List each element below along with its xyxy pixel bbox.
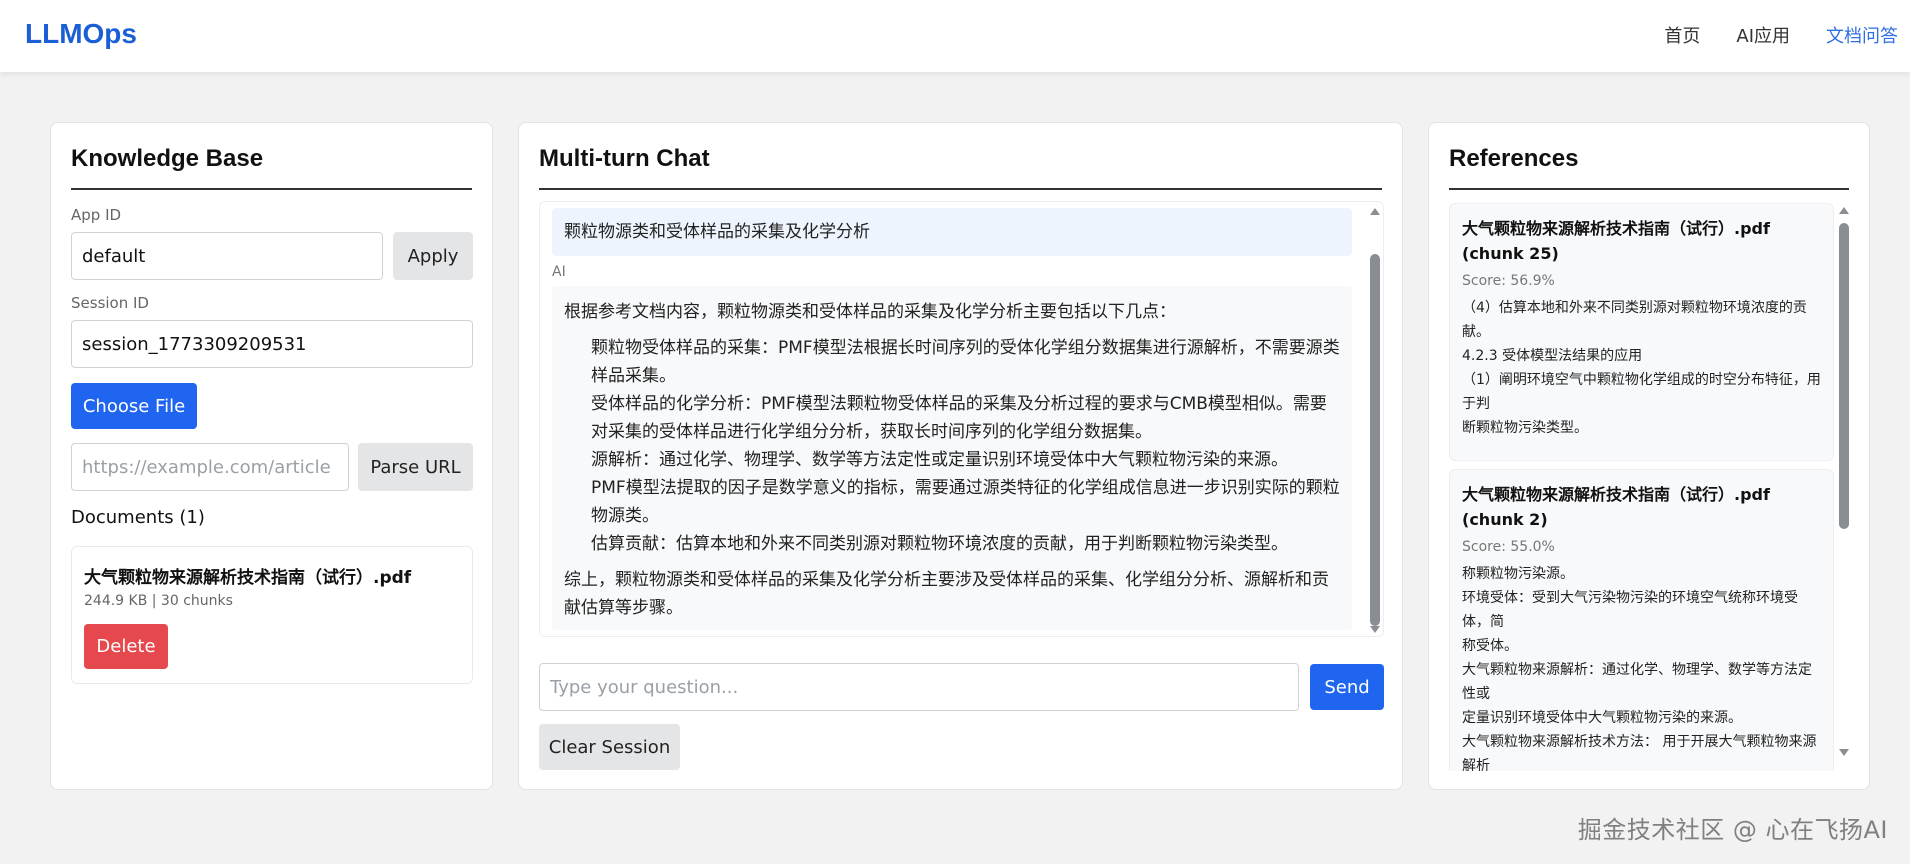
chat-panel: Multi-turn Chat 颗粒物源类和受体样品的采集及化学分析 AI 根据…: [518, 122, 1403, 790]
chat-scrollbar[interactable]: [1368, 202, 1382, 636]
knowledge-base-panel: Knowledge Base App ID Apply Session ID C…: [50, 122, 493, 790]
nav-home[interactable]: 首页: [1664, 22, 1700, 48]
ai-point: 估算贡献：估算本地和外来不同类别源对颗粒物环境浓度的贡献，用于判断颗粒物污染类型…: [591, 534, 1288, 554]
chat-title: Multi-turn Chat: [539, 145, 710, 172]
scroll-thumb[interactable]: [1839, 223, 1849, 529]
url-input[interactable]: [71, 443, 349, 491]
chat-messages[interactable]: 颗粒物源类和受体样品的采集及化学分析 AI 根据参考文档内容，颗粒物源类和受体样…: [539, 201, 1384, 637]
document-meta: 244.9 KB | 30 chunks: [84, 593, 233, 609]
parse-url-button[interactable]: Parse URL: [358, 443, 473, 491]
nav-ai-apps[interactable]: AI应用: [1736, 22, 1790, 48]
document-name: 大气颗粒物来源解析技术指南（试行）.pdf: [84, 568, 412, 588]
references-scrollbar[interactable]: [1837, 201, 1851, 761]
reference-score: Score: 56.9%: [1462, 273, 1555, 289]
session-id-input[interactable]: [71, 320, 473, 368]
send-button[interactable]: Send: [1310, 664, 1384, 710]
reference-card: 大气颗粒物来源解析技术指南（试行）.pdf (chunk 2) Score: 5…: [1449, 469, 1834, 771]
watermark: 掘金技术社区 @ 心在飞扬AI: [1577, 816, 1888, 844]
apply-button[interactable]: Apply: [393, 232, 473, 280]
top-nav: 首页 AI应用 文档问答: [1664, 22, 1898, 48]
ai-message: 根据参考文档内容，颗粒物源类和受体样品的采集及化学分析主要包括以下几点： 颗粒物…: [552, 286, 1352, 630]
question-input[interactable]: [539, 663, 1299, 711]
title-divider: [539, 188, 1382, 190]
ai-summary: 综上，颗粒物源类和受体样品的采集及化学分析主要涉及受体样品的采集、化学组分分析、…: [564, 570, 1329, 618]
brand-logo[interactable]: LLMOps: [25, 18, 137, 50]
scroll-down-icon[interactable]: [1370, 626, 1380, 633]
ai-intro: 根据参考文档内容，颗粒物源类和受体样品的采集及化学分析主要包括以下几点：: [564, 302, 1176, 322]
reference-title: 大气颗粒物来源解析技术指南（试行）.pdf (chunk 25): [1462, 219, 1770, 263]
references-panel: References 大气颗粒物来源解析技术指南（试行）.pdf (chunk …: [1428, 122, 1870, 790]
documents-heading: Documents (1): [71, 507, 205, 528]
title-divider: [71, 188, 472, 190]
reference-score: Score: 55.0%: [1462, 539, 1555, 555]
choose-file-button[interactable]: Choose File: [71, 383, 197, 429]
ai-point: 源解析：通过化学、物理学、数学等方法定性或定量识别环境受体中大气颗粒物污染的来源…: [591, 450, 1288, 470]
references-list[interactable]: 大气颗粒物来源解析技术指南（试行）.pdf (chunk 25) Score: …: [1449, 201, 1851, 771]
nav-doc-qa[interactable]: 文档问答: [1826, 22, 1898, 48]
ai-point: PMF模型法提取的因子是数学意义的指标，需要通过源类特征的化学组成信息进一步识别…: [591, 478, 1340, 526]
knowledge-base-title: Knowledge Base: [71, 145, 264, 172]
ai-label: AI: [552, 264, 566, 280]
title-divider: [1449, 188, 1849, 190]
reference-text: 称颗粒物污染源。 环境受体：受到大气污染物污染的环境空气统称环境受体，简 称受体…: [1462, 566, 1817, 771]
delete-document-button[interactable]: Delete: [84, 624, 168, 669]
reference-title: 大气颗粒物来源解析技术指南（试行）.pdf (chunk 2): [1462, 485, 1770, 529]
ai-point: 颗粒物受体样品的采集：PMF模型法根据长时间序列的受体化学组分数据集进行源解析，…: [591, 338, 1340, 386]
reference-text: （4）估算本地和外来不同类别源对颗粒物环境浓度的贡献。 4.2.3 受体模型法结…: [1462, 300, 1821, 436]
reference-card: 大气颗粒物来源解析技术指南（试行）.pdf (chunk 25) Score: …: [1449, 203, 1834, 461]
scroll-up-icon[interactable]: [1370, 208, 1380, 215]
top-header: LLMOps 首页 AI应用 文档问答: [0, 0, 1910, 72]
references-title: References: [1449, 145, 1579, 172]
clear-session-button[interactable]: Clear Session: [539, 724, 680, 770]
scroll-thumb[interactable]: [1370, 254, 1380, 626]
ai-point: 受体样品的化学分析：PMF模型法颗粒物受体样品的采集及分析过程的要求与CMB模型…: [591, 394, 1327, 442]
scroll-down-icon[interactable]: [1839, 749, 1849, 756]
document-card: 大气颗粒物来源解析技术指南（试行）.pdf 244.9 KB | 30 chun…: [71, 546, 473, 684]
scroll-up-icon[interactable]: [1839, 207, 1849, 214]
user-message: 颗粒物源类和受体样品的采集及化学分析: [552, 208, 1352, 256]
app-id-label: App ID: [71, 206, 122, 224]
app-id-input[interactable]: [71, 232, 383, 280]
session-id-label: Session ID: [71, 294, 149, 312]
